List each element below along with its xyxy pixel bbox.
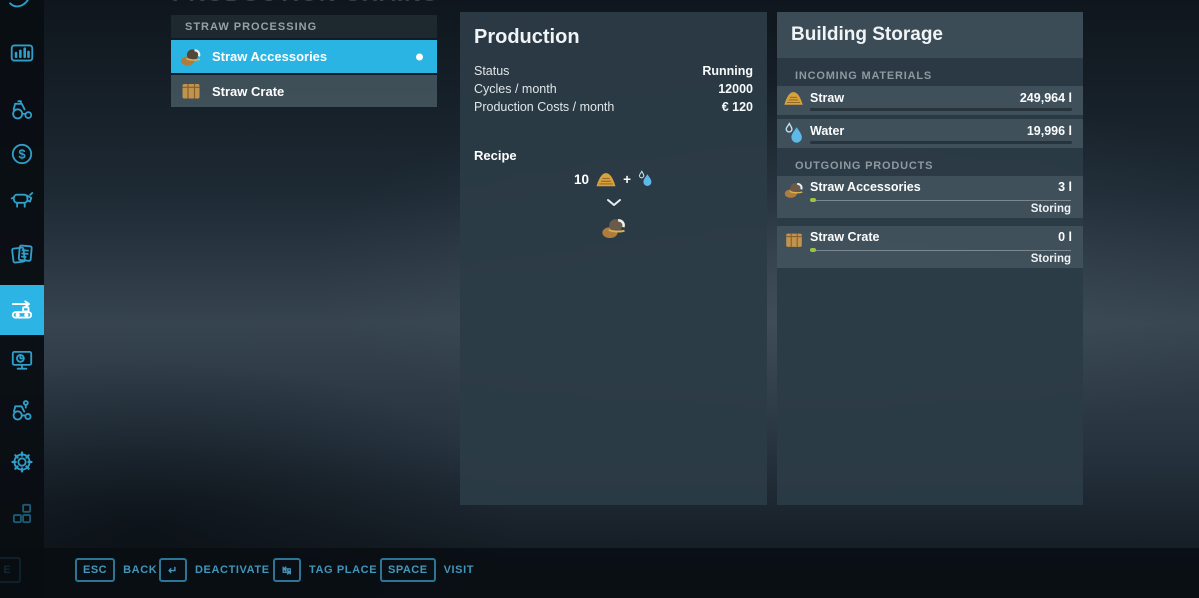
production-stat-cycles: Cycles / month 12000	[474, 82, 753, 96]
contracts-icon	[9, 254, 35, 271]
sidebar-item-construction[interactable]	[9, 501, 35, 527]
recipe-label: Recipe	[474, 148, 517, 163]
fill-bar	[810, 108, 1072, 111]
storage-item-status: Storing	[1031, 203, 1071, 215]
straw-crate-icon	[179, 79, 203, 103]
storage-row-straw-accessories: Straw Accessories 3 l Storing	[777, 176, 1083, 218]
sidebar-item-production-chains[interactable]	[0, 285, 44, 335]
sidebar-item-animals[interactable]	[9, 186, 35, 212]
hint-deactivate[interactable]: ↵ DEACTIVATE	[159, 558, 270, 582]
storage-row-water: Water 19,996 l	[777, 119, 1083, 148]
hint-back[interactable]: ESC BACK	[75, 558, 157, 582]
sidebar-item-settings[interactable]	[9, 449, 35, 475]
storage-item-name: Straw Crate	[810, 230, 879, 244]
hint-label: DEACTIVATE	[195, 564, 270, 576]
recipe-plus: +	[623, 172, 631, 187]
processing-list-panel: STRAW PROCESSING Straw Accessories Straw…	[171, 15, 437, 107]
hint-label: TAG PLACE	[309, 564, 377, 576]
stat-label: Status	[474, 64, 509, 78]
straw-crate-icon	[783, 229, 805, 251]
vehicles-icon	[9, 109, 35, 126]
sidebar-item-vehicles[interactable]	[9, 96, 35, 122]
stat-value: € 120	[722, 100, 753, 114]
storage-row-straw: Straw 249,964 l	[777, 86, 1083, 115]
straw-icon	[783, 89, 804, 110]
production-panel-title: Production	[474, 26, 580, 49]
list-item-straw-accessories[interactable]: Straw Accessories	[171, 40, 437, 73]
recipe-inputs: 10 +	[460, 170, 767, 188]
storage-item-name: Straw	[810, 91, 844, 105]
sidebar-item-contracts[interactable]	[9, 241, 35, 267]
production-panel: Production Status Running Cycles / month…	[460, 12, 767, 505]
stat-label: Cycles / month	[474, 82, 557, 96]
storage-item-amount: 3 l	[1058, 180, 1072, 194]
esc-key-icon: ESC	[75, 558, 115, 582]
sidebar: $ E	[0, 0, 44, 598]
processing-list-header-label: STRAW PROCESSING	[185, 21, 317, 33]
sidebar-item-ai-workers[interactable]	[9, 397, 35, 423]
production-stat-costs: Production Costs / month € 120	[474, 100, 753, 114]
animals-icon	[9, 199, 35, 216]
sidebar-item-prices[interactable]	[9, 347, 35, 373]
fill-bar-value	[810, 198, 816, 202]
sidebar-item-finances[interactable]: $	[9, 141, 35, 167]
page-title: PRODUCTION CHAINS	[172, 0, 438, 8]
building-storage-panel: Building Storage INCOMING MATERIALS Stra…	[777, 12, 1083, 505]
list-item-label: Straw Crate	[212, 84, 284, 99]
sidebar-item-map[interactable]	[9, 0, 35, 12]
space-key-icon: SPACE	[380, 558, 436, 582]
outgoing-products-label: OUTGOING PRODUCTS	[795, 160, 933, 172]
straw-icon	[595, 170, 617, 188]
water-icon	[637, 170, 653, 188]
finances-icon: $	[9, 154, 35, 171]
settings-icon	[9, 462, 35, 479]
storage-item-amount: 249,964 l	[1020, 91, 1072, 105]
straw-accessories-icon	[783, 179, 805, 201]
ai-workers-icon	[9, 410, 35, 427]
storage-item-amount: 0 l	[1058, 230, 1072, 244]
enter-key-icon: ↵	[159, 558, 187, 582]
storage-item-name: Straw Accessories	[810, 180, 921, 194]
fill-bar	[810, 250, 1071, 251]
construction-icon	[9, 514, 35, 531]
stat-value: Running	[702, 64, 753, 78]
recipe-input-quantity: 10	[574, 172, 589, 187]
straw-accessories-icon	[600, 214, 628, 242]
stat-value: 12000	[718, 82, 753, 96]
running-indicator-dot	[416, 53, 423, 60]
water-icon	[783, 122, 804, 143]
recipe-output	[460, 214, 767, 242]
bottom-bar: ESC BACK ↵ DEACTIVATE ↹ TAG PLACE SPACE …	[0, 548, 1199, 598]
storage-item-amount: 19,996 l	[1027, 124, 1072, 138]
chevron-down-icon	[460, 198, 767, 207]
list-item-straw-crate[interactable]: Straw Crate	[171, 75, 437, 107]
prices-icon	[9, 360, 35, 377]
list-item-label: Straw Accessories	[212, 49, 327, 64]
storage-row-straw-crate: Straw Crate 0 l Storing	[777, 226, 1083, 268]
hint-tag-place[interactable]: ↹ TAG PLACE	[273, 558, 377, 582]
fill-bar	[810, 200, 1071, 201]
fill-bar-value	[810, 248, 816, 252]
fill-bar	[810, 141, 1072, 144]
storage-item-name: Water	[810, 124, 844, 138]
processing-list-header: STRAW PROCESSING	[171, 15, 437, 38]
hint-visit[interactable]: SPACE VISIT	[380, 558, 474, 582]
map-icon	[9, 0, 35, 16]
sidebar-item-statistics[interactable]	[9, 40, 35, 66]
storage-panel-title: Building Storage	[791, 24, 943, 46]
page-title-text: PRODUCTION CHAINS	[172, 0, 438, 7]
statistics-icon	[9, 53, 35, 70]
stat-label: Production Costs / month	[474, 100, 614, 114]
straw-accessories-icon	[179, 45, 203, 69]
storage-item-status: Storing	[1031, 253, 1071, 265]
hint-label: VISIT	[444, 564, 475, 576]
tab-key-icon: ↹	[273, 558, 301, 582]
incoming-materials-label: INCOMING MATERIALS	[795, 70, 932, 82]
hint-label: BACK	[123, 564, 157, 576]
production-chains-screen: PRODUCTION CHAINS $	[0, 0, 1199, 598]
svg-text:$: $	[18, 147, 26, 162]
production-stat-status: Status Running	[474, 64, 753, 78]
